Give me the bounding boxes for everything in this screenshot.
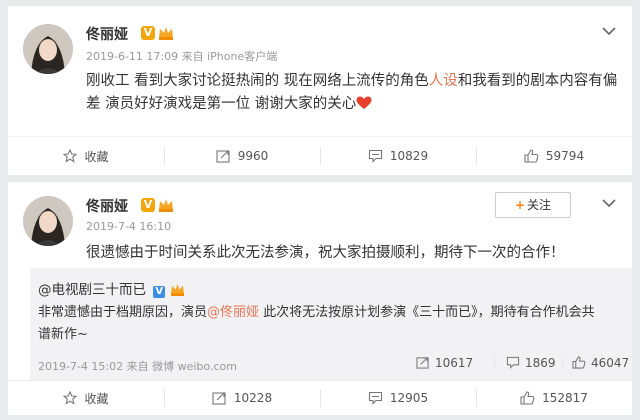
author-avatar[interactable] <box>23 196 73 246</box>
mention-link[interactable]: @佟丽娅 <box>207 305 259 320</box>
comment-icon <box>368 149 382 163</box>
reposted-post: @电视剧三十而已 V 非常遗憾由于档期原因，演员@佟丽娅 此次将无法按原计划参演… <box>30 268 632 380</box>
heart-emoji-icon <box>356 96 372 109</box>
repost-content: 非常遗憾由于档期原因，演员@佟丽娅 此次将无法按原计划参演《三十而已》，期待有合… <box>38 305 595 342</box>
weibo-post-2: 佟丽娅 V 2019-7-4 16:10 + 关注 很遗憾由于时间关系此次无法参演… <box>8 182 632 380</box>
favorite-button[interactable]: 收藏 <box>8 137 164 175</box>
comment-icon <box>506 356 520 369</box>
comment-button[interactable]: 12905 <box>320 381 476 415</box>
post-meta: 2019-7-4 16:10 <box>86 220 172 233</box>
repost-icon <box>416 357 429 369</box>
chevron-down-icon[interactable] <box>602 198 616 208</box>
thumbs-up-icon <box>524 149 539 163</box>
author-avatar[interactable] <box>23 24 73 74</box>
like-button[interactable]: 59794 <box>476 137 632 175</box>
comment-button[interactable]: 10829 <box>320 137 476 175</box>
highlight-text[interactable]: 人设 <box>429 73 458 89</box>
repost-meta: 2019-7-4 15:02 来自 微博 weibo.com <box>38 360 237 373</box>
divider <box>494 356 495 370</box>
thumbs-up-icon <box>572 356 586 369</box>
star-icon <box>63 391 78 405</box>
chevron-down-icon[interactable] <box>602 26 616 36</box>
member-crown-icon <box>159 27 173 40</box>
post-meta: 2019-6-11 17:09 来自 iPhone客户端 <box>86 50 278 63</box>
repost-author[interactable]: @电视剧三十而已 V <box>38 278 185 298</box>
member-crown-icon <box>170 283 184 296</box>
star-icon <box>63 149 78 163</box>
follow-button[interactable]: + 关注 <box>495 192 571 218</box>
post-content: 很遗憾由于时间关系此次无法参演，祝大家拍摄顺利，期待下一次的合作！ <box>86 245 565 261</box>
verified-badge-icon: V <box>141 198 155 212</box>
like-button[interactable]: 152817 <box>476 381 632 415</box>
comment-icon <box>368 391 382 405</box>
thumbs-up-icon <box>520 391 535 405</box>
repost-comment-count[interactable]: 1869 <box>506 356 556 370</box>
repost-button[interactable]: 9960 <box>164 137 320 175</box>
divider <box>562 356 563 370</box>
author-name[interactable]: 佟丽娅 <box>86 24 128 44</box>
repost-icon <box>216 150 230 163</box>
post-content: 刚收工 看到大家讨论挺热闹的 现在网络上流传的角色人设和我看到的剧本内容有偏差 … <box>86 73 618 112</box>
weibo-post-1: 佟丽娅 V 2019-6-11 17:09 来自 iPhone客户端 刚收工 看… <box>8 6 632 136</box>
post-1-action-bar: 收藏 9960 10829 59794 <box>8 136 632 175</box>
favorite-button[interactable]: 收藏 <box>8 381 164 415</box>
verified-badge-icon: V <box>141 26 155 40</box>
verified-badge-icon: V <box>153 286 166 298</box>
member-crown-icon <box>159 199 173 212</box>
repost-icon <box>212 392 226 405</box>
repost-button[interactable]: 10228 <box>164 381 320 415</box>
repost-repost-count[interactable]: 10617 <box>416 356 473 370</box>
author-name[interactable]: 佟丽娅 <box>86 196 128 216</box>
repost-like-count[interactable]: 46047 <box>572 356 629 370</box>
post-2-action-bar: 收藏 10228 12905 152817 <box>8 380 632 415</box>
